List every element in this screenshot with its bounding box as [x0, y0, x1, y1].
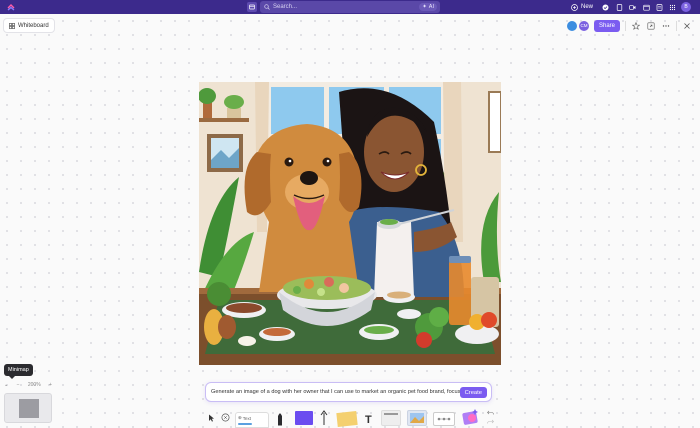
share-button[interactable]: Share [593, 19, 620, 32]
minimap-viewport[interactable] [19, 399, 39, 418]
connector-arrow-icon[interactable] [319, 410, 329, 426]
card-icon[interactable] [381, 410, 401, 426]
document-icon[interactable] [615, 3, 623, 11]
more-options-icon[interactable] [661, 21, 671, 31]
text-tool-card[interactable]: ⊕ Text [235, 412, 269, 428]
ai-tool-icon[interactable] [461, 408, 481, 426]
new-label: New [581, 4, 594, 10]
collaborator-avatar[interactable] [566, 20, 577, 31]
collaborator-avatars[interactable]: CM [566, 20, 589, 31]
create-button[interactable]: Create [459, 387, 487, 398]
zoom-level[interactable]: 200% [28, 382, 41, 388]
plus-circle-icon [571, 3, 578, 11]
template-icon[interactable] [433, 412, 455, 426]
search-placeholder: Search... [273, 4, 298, 10]
select-cursor-icon[interactable] [208, 414, 215, 422]
hand-pan-icon[interactable] [221, 413, 230, 422]
text-icon[interactable]: T [365, 414, 372, 426]
whiteboard-title: Whiteboard [18, 22, 49, 29]
ai-prompt-input[interactable]: Generate an image of a dog with her owne… [211, 389, 461, 395]
search-input[interactable]: Search... ✦ AI [260, 1, 440, 13]
home-icon[interactable] [247, 2, 257, 12]
ai-sparkle-icon: ✦ [422, 4, 427, 10]
new-button[interactable]: New [567, 2, 597, 12]
minimap-tooltip: Minimap [4, 364, 33, 379]
redo-icon[interactable] [487, 419, 494, 425]
calendar-icon[interactable] [642, 3, 650, 11]
sticky-note-icon[interactable] [336, 410, 358, 428]
divider [625, 20, 626, 31]
text-tool-icon: ⊕ [238, 415, 242, 420]
collaborator-avatar[interactable]: CM [578, 20, 589, 31]
notes-icon[interactable] [655, 3, 663, 11]
text-color-swatch [238, 423, 252, 425]
ai-button[interactable]: ✦ AI [419, 3, 437, 11]
generated-image[interactable] [199, 82, 501, 365]
video-icon[interactable] [628, 3, 636, 11]
header-actions: CM Share [566, 18, 692, 33]
pen-icon[interactable] [277, 412, 283, 426]
top-bar: Search... ✦ AI New B [0, 0, 700, 14]
check-circle-icon[interactable] [601, 3, 609, 11]
text-tool-label: Text [242, 415, 252, 421]
ai-prompt-box[interactable]: Generate an image of a dog with her owne… [205, 382, 492, 402]
shape-tool-icon[interactable] [295, 411, 313, 425]
zoom-out-button[interactable]: − [17, 382, 20, 388]
bottom-toolbar: ⊕ Text T [205, 404, 495, 428]
minimap-toggle-icon[interactable]: ⌄ [4, 382, 8, 388]
divider [676, 20, 677, 31]
user-avatar[interactable]: B [681, 2, 691, 12]
minimap[interactable] [4, 393, 52, 423]
ai-label: AI [428, 4, 434, 10]
expand-icon[interactable] [646, 21, 656, 31]
undo-icon[interactable] [487, 410, 494, 416]
zoom-controls: ⌄ − 200% + [4, 380, 52, 390]
whiteboard-tab[interactable]: Whiteboard [3, 18, 55, 33]
search-icon [264, 4, 270, 10]
whiteboard-icon [9, 22, 15, 29]
star-icon[interactable] [631, 21, 641, 31]
close-icon[interactable] [682, 21, 692, 31]
zoom-in-button[interactable]: + [49, 382, 52, 388]
grid-apps-icon[interactable] [668, 3, 676, 11]
app-logo-icon[interactable] [6, 2, 16, 12]
media-image-icon[interactable] [407, 410, 427, 426]
